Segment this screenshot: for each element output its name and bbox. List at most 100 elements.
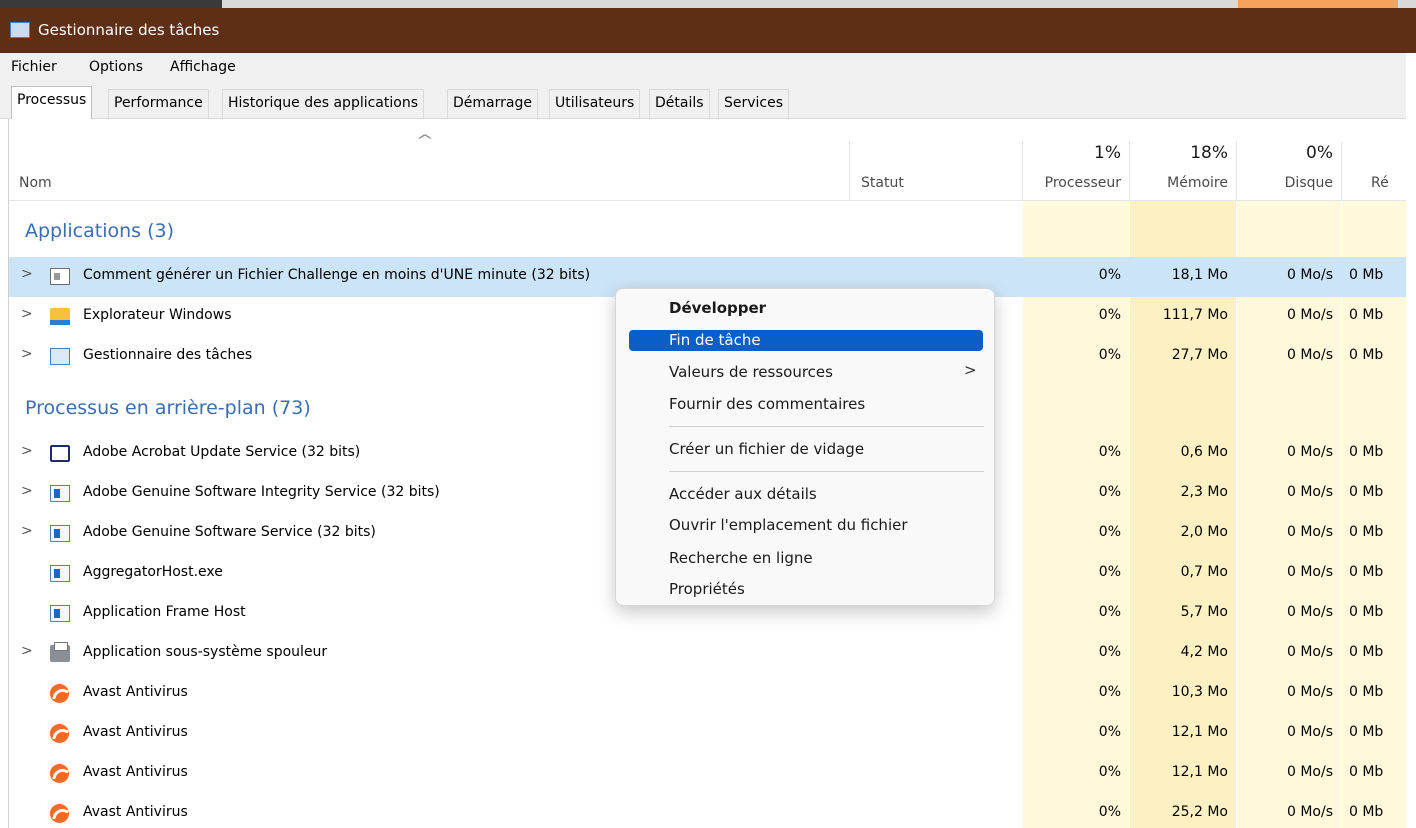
network-value: 0 Mb (1349, 524, 1384, 540)
memory-value: 2,3 Mo (1180, 484, 1228, 500)
network-value: 0 Mb (1349, 724, 1384, 740)
network-value: 0 Mb (1349, 604, 1384, 620)
memory-value: 12,1 Mo (1171, 724, 1228, 740)
disk-value: 0 Mo/s (1286, 604, 1333, 620)
table-row[interactable]: Avast Antivirus 0% 25,2 Mo 0 Mo/s 0 Mb (9, 794, 1406, 828)
disk-value: 0 Mo/s (1286, 564, 1333, 580)
menu-item-end-task[interactable]: Fin de tâche (669, 331, 761, 349)
tab-performance[interactable]: Performance (108, 89, 209, 118)
memory-value: 0,6 Mo (1180, 444, 1228, 460)
tab-services[interactable]: Services (718, 89, 790, 118)
cpu-value: 0% (1098, 724, 1121, 740)
cpu-value: 0% (1098, 564, 1121, 580)
menu-item-create-dump[interactable]: Créer un fichier de vidage (669, 440, 864, 458)
tab-details[interactable]: Détails (649, 89, 710, 118)
cpu-value: 0% (1098, 684, 1121, 700)
menu-item-resource-values[interactable]: Valeurs de ressources (669, 363, 833, 381)
background-window-accent (1238, 0, 1398, 8)
tab-demarrage[interactable]: Démarrage (447, 89, 538, 118)
disk-value: 0 Mo/s (1286, 764, 1333, 780)
title-bar[interactable]: Gestionnaire des tâches (0, 0, 1416, 53)
menu-item-expand[interactable]: Développer (669, 299, 766, 317)
menu-item-properties[interactable]: Propriétés (669, 580, 745, 598)
avast-icon (50, 804, 69, 823)
column-disk[interactable]: Disque (1237, 175, 1333, 191)
table-row[interactable]: > Application sous-système spouleur 0% 4… (9, 634, 1406, 674)
network-value: 0 Mb (1349, 804, 1384, 820)
menu-item-feedback[interactable]: Fournir des commentaires (669, 395, 865, 413)
memory-value: 10,3 Mo (1171, 684, 1228, 700)
avast-icon (50, 764, 69, 783)
group-applications[interactable]: Applications (3) (25, 220, 174, 242)
menu-fichier[interactable]: Fichier (11, 59, 57, 75)
tab-processus[interactable]: Processus (11, 86, 93, 119)
expand-chevron-icon[interactable]: > (21, 306, 33, 322)
cpu-value: 0% (1098, 307, 1121, 323)
process-name: Explorateur Windows (83, 307, 232, 323)
disk-value: 0 Mo/s (1286, 684, 1333, 700)
cpu-value: 0% (1098, 764, 1121, 780)
process-name: Adobe Acrobat Update Service (32 bits) (83, 444, 361, 460)
memory-value: 2,0 Mo (1180, 524, 1228, 540)
table-row[interactable]: Avast Antivirus 0% 10,3 Mo 0 Mo/s 0 Mb (9, 674, 1406, 714)
background-window-dark (0, 0, 222, 8)
menu-item-go-to-details[interactable]: Accéder aux détails (669, 485, 817, 503)
memory-value: 27,7 Mo (1171, 347, 1228, 363)
printer-icon (50, 642, 70, 662)
menu-item-open-file-location[interactable]: Ouvrir l'emplacement du fichier (669, 516, 908, 534)
column-separator (1341, 141, 1342, 201)
expand-chevron-icon[interactable]: > (21, 266, 33, 282)
column-name[interactable]: Nom (19, 175, 52, 191)
menu-bar: Fichier Options Affichage (0, 53, 1406, 81)
group-background-processes[interactable]: Processus en arrière-plan (73) (25, 397, 311, 419)
cpu-value: 0% (1098, 524, 1121, 540)
process-name: Application sous-système spouleur (83, 644, 328, 660)
menu-separator (669, 471, 984, 472)
avast-icon (50, 724, 69, 743)
menu-options[interactable]: Options (89, 59, 143, 75)
task-manager-icon (50, 348, 70, 365)
service-icon (50, 565, 70, 582)
sort-chevron-icon[interactable]: ^ (415, 133, 434, 149)
folder-icon (50, 308, 70, 325)
disk-value: 0 Mo/s (1286, 484, 1333, 500)
table-row[interactable]: Avast Antivirus 0% 12,1 Mo 0 Mo/s 0 Mb (9, 754, 1406, 794)
tab-historique[interactable]: Historique des applications (222, 89, 424, 118)
expand-chevron-icon[interactable]: > (21, 523, 33, 539)
menu-item-search-online[interactable]: Recherche en ligne (669, 549, 813, 567)
disk-value: 0 Mo/s (1286, 347, 1333, 363)
cpu-value: 0% (1098, 347, 1121, 363)
menu-separator (669, 426, 984, 427)
network-value: 0 Mb (1349, 684, 1384, 700)
expand-chevron-icon[interactable]: > (21, 643, 33, 659)
service-icon (50, 485, 70, 502)
expand-chevron-icon[interactable]: > (21, 346, 33, 362)
column-cpu[interactable]: Processeur (1023, 175, 1121, 191)
column-memory[interactable]: Mémoire (1130, 175, 1228, 191)
disk-value: 0 Mo/s (1286, 524, 1333, 540)
cpu-value: 0% (1098, 267, 1121, 283)
process-name: Avast Antivirus (83, 684, 188, 700)
cpu-value: 0% (1098, 644, 1121, 660)
tab-utilisateurs[interactable]: Utilisateurs (549, 89, 641, 118)
expand-chevron-icon[interactable]: > (21, 483, 33, 499)
cpu-total-pct: 1% (1094, 143, 1121, 163)
table-row[interactable]: Avast Antivirus 0% 12,1 Mo 0 Mo/s 0 Mb (9, 714, 1406, 754)
cpu-value: 0% (1098, 444, 1121, 460)
submenu-arrow-icon: > (964, 361, 977, 379)
disk-total-pct: 0% (1306, 143, 1333, 163)
memory-value: 4,2 Mo (1180, 644, 1228, 660)
memory-total-pct: 18% (1190, 143, 1228, 163)
menu-affichage[interactable]: Affichage (170, 59, 236, 75)
expand-chevron-icon[interactable]: > (21, 443, 33, 459)
disk-value: 0 Mo/s (1286, 267, 1333, 283)
network-value: 0 Mb (1349, 564, 1384, 580)
disk-value: 0 Mo/s (1286, 307, 1333, 323)
process-name: Avast Antivirus (83, 804, 188, 820)
column-status[interactable]: Statut (861, 175, 904, 191)
memory-value: 18,1 Mo (1171, 267, 1228, 283)
network-value: 0 Mb (1349, 444, 1384, 460)
network-value: 0 Mb (1349, 267, 1384, 283)
column-network[interactable]: Ré (1371, 175, 1389, 191)
tab-bar: Processus Performance Historique des app… (0, 81, 1406, 119)
